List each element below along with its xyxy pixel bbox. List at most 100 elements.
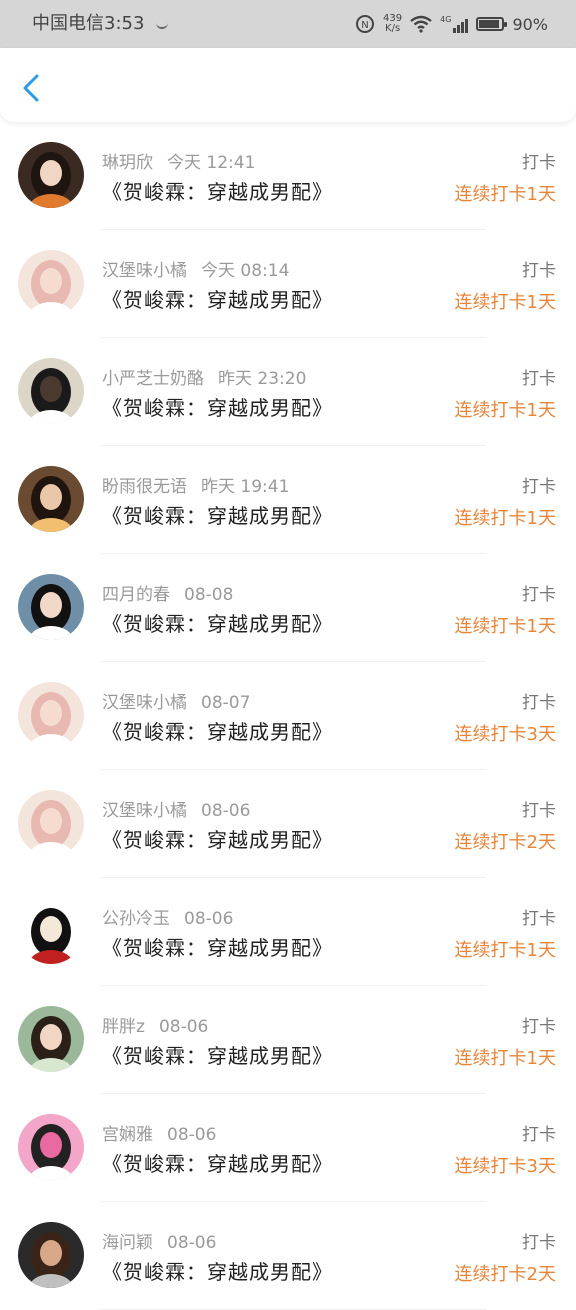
book-title[interactable]: 《贺峻霖：穿越成男配》: [102, 392, 333, 421]
user-meta: 小严芝士奶酪 昨天 23:20: [102, 364, 306, 389]
nfc-icon: N: [356, 15, 375, 33]
user-name[interactable]: 宫娴雅: [102, 1125, 153, 1145]
book-title[interactable]: 《贺峻霖：穿越成男配》: [102, 176, 333, 205]
checkin-time: 08-06: [167, 1125, 217, 1145]
avatar-image: [18, 1006, 84, 1072]
avatar[interactable]: [18, 1222, 84, 1288]
list-item[interactable]: 宫娴雅 08-06 《贺峻霖：穿越成男配》 打卡连续打卡3天: [0, 1094, 576, 1202]
checkin-time: 08-06: [158, 1017, 209, 1037]
avatar[interactable]: [18, 250, 84, 316]
streak-label: 连续打卡1天: [454, 400, 556, 421]
checkin-label: 打卡: [522, 1125, 556, 1145]
list-item[interactable]: 汉堡味小橘 今天 08:14 《贺峻霖：穿越成男配》 打卡 连续打卡1天: [0, 230, 576, 338]
battery-text: 90%: [512, 14, 548, 34]
checkin-list: 琳玥欣 今天 12:41 《贺峻霖：穿越成男配》 打卡 连续打卡1天 汉堡味小橘 今天 08…: [0, 122, 576, 1310]
avatar-image: [18, 682, 84, 748]
avatar-image: [18, 250, 84, 316]
checkin-label: 打卡: [522, 693, 556, 713]
speed-unit: K/s: [385, 23, 401, 34]
status-bar: 中国电信3:53 N 439 K/s 4G 90%: [0, 0, 576, 48]
user-name[interactable]: 盼雨很无语: [102, 477, 187, 497]
checkin-time: 昨天 19:41: [201, 477, 290, 497]
user-name[interactable]: 小严芝士奶酪: [102, 369, 204, 389]
user-name[interactable]: 海问颖: [102, 1233, 153, 1253]
avatar[interactable]: [18, 1006, 84, 1072]
user-name[interactable]: 琳玥欣: [102, 153, 153, 173]
list-item[interactable]: 海问颖 08-06 《贺峻霖：穿越成男配》 打卡 连续打卡2天: [0, 1202, 576, 1310]
list-item[interactable]: 汉堡味小橘 08-07 《贺峻霖：穿越成男配》 打卡连续打卡3天: [0, 662, 576, 770]
book-title[interactable]: 《贺峻霖：穿越成男配》: [102, 608, 333, 637]
checkin-time: 08-07: [201, 693, 251, 713]
book-title[interactable]: 《贺峻霖：穿越成男配》: [102, 500, 333, 529]
user-name[interactable]: 胖胖z: [102, 1017, 145, 1037]
signal-icon: 4G: [440, 15, 469, 33]
book-title[interactable]: 《贺峻霖：穿越成男配》: [102, 716, 333, 745]
checkin-label: 打卡: [522, 153, 556, 173]
checkin-label: 打卡: [522, 1233, 556, 1253]
checkin-time: 今天 12:41: [167, 153, 256, 173]
avatar-image: [18, 1114, 84, 1180]
book-title[interactable]: 《贺峻霖：穿越成男配》: [102, 1256, 333, 1285]
avatar-image: [18, 574, 84, 640]
list-item[interactable]: 四月的春 08-08 《贺峻霖：穿越成男配》 打卡 连续打卡1天: [0, 554, 576, 662]
streak-label: 连续打卡1天: [454, 508, 556, 529]
user-name[interactable]: 汉堡味小橘: [102, 693, 187, 713]
checkin-time: 08-06: [167, 1233, 217, 1253]
back-button[interactable]: [10, 66, 54, 110]
list-item[interactable]: 汉堡味小橘 08-06 《贺峻霖：穿越成男配》 打卡 连续打卡2天: [0, 770, 576, 878]
user-meta: 汉堡味小橘 今天 08:14: [102, 256, 289, 281]
avatar-image: [18, 1222, 84, 1288]
checkin-label: 打卡: [522, 585, 556, 605]
user-meta: 宫娴雅 08-06: [102, 1120, 216, 1145]
user-name[interactable]: 四月的春: [102, 585, 170, 605]
avatar-image: [18, 142, 84, 208]
checkin-label: 打卡: [522, 801, 556, 821]
checkin-label: 打卡: [522, 1017, 556, 1037]
user-meta: 汉堡味小橘 08-07: [102, 688, 250, 713]
checkin-time: 昨天 23:20: [218, 369, 307, 389]
streak-label: 连续打卡3天: [454, 724, 556, 745]
user-meta: 汉堡味小橘 08-06: [102, 796, 250, 821]
book-title[interactable]: 《贺峻霖：穿越成男配》: [102, 1040, 333, 1069]
list-item[interactable]: 小严芝士奶酪 昨天 23:20 《贺峻霖：穿越成男配》 打卡 连续打卡1天: [0, 338, 576, 446]
streak-label: 连续打卡1天: [454, 184, 556, 205]
user-meta: 公孙冷玉 08-06: [102, 904, 233, 929]
avatar-image: [18, 358, 84, 424]
status-left: 中国电信3:53: [32, 12, 169, 36]
network-type: 4G: [440, 15, 452, 24]
book-title[interactable]: 《贺峻霖：穿越成男配》: [102, 284, 333, 313]
avatar[interactable]: [18, 1114, 84, 1180]
battery-icon: [476, 17, 508, 31]
checkin-label: 打卡: [522, 909, 556, 929]
list-item[interactable]: 公孙冷玉 08-06 《贺峻霖：穿越成男配》 打卡 连续打卡1天: [0, 878, 576, 986]
list-item[interactable]: 盼雨很无语 昨天 19:41 《贺峻霖：穿越成男配》 打卡 连续打卡1天: [0, 446, 576, 554]
avatar[interactable]: [18, 682, 84, 748]
chevron-left-icon: [23, 74, 39, 102]
status-right: N 439 K/s 4G 90%: [355, 10, 548, 38]
avatar[interactable]: [18, 574, 84, 640]
streak-label: 连续打卡1天: [454, 1048, 556, 1069]
book-title[interactable]: 《贺峻霖：穿越成男配》: [102, 932, 333, 961]
svg-text:N: N: [361, 20, 368, 31]
network-speed: 439 K/s: [383, 14, 402, 34]
list-item[interactable]: 胖胖z 08-06 《贺峻霖：穿越成男配》 打卡连续打卡1天: [0, 986, 576, 1094]
avatar[interactable]: [18, 142, 84, 208]
checkin-time: 08-08: [184, 585, 234, 605]
avatar[interactable]: [18, 898, 84, 964]
book-title[interactable]: 《贺峻霖：穿越成男配》: [102, 1148, 333, 1177]
avatar[interactable]: [18, 790, 84, 856]
nav-bar: [0, 48, 576, 122]
user-name[interactable]: 汉堡味小橘: [102, 261, 187, 281]
avatar[interactable]: [18, 358, 84, 424]
user-meta: 胖胖z 08-06: [102, 1012, 208, 1037]
user-name[interactable]: 公孙冷玉: [102, 909, 170, 929]
checkin-time: 08-06: [201, 801, 251, 821]
user-meta: 琳玥欣 今天 12:41: [102, 148, 255, 173]
list-item[interactable]: 琳玥欣 今天 12:41 《贺峻霖：穿越成男配》 打卡连续打卡1天: [0, 122, 576, 230]
book-title[interactable]: 《贺峻霖：穿越成男配》: [102, 824, 333, 853]
streak-label: 连续打卡3天: [454, 1156, 556, 1177]
avatar-image: [18, 466, 84, 532]
avatar-image: [18, 790, 84, 856]
avatar[interactable]: [18, 466, 84, 532]
user-name[interactable]: 汉堡味小橘: [102, 801, 187, 821]
